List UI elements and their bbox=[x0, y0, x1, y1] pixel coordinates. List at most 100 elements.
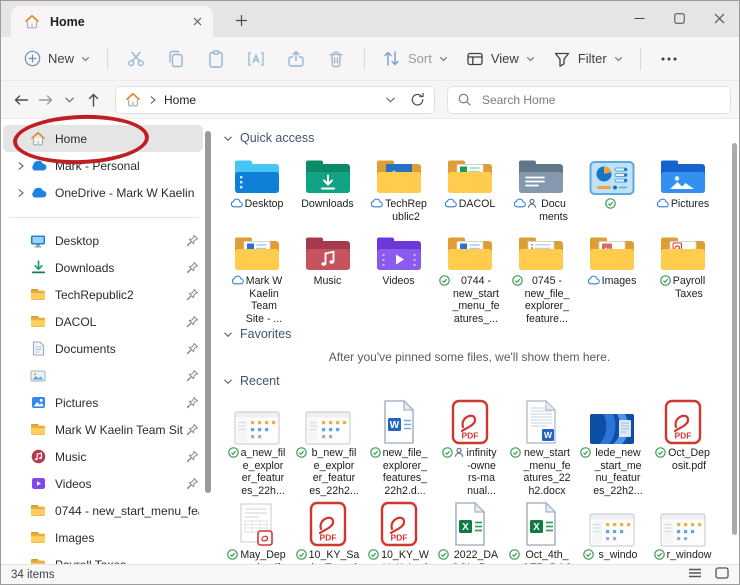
tab-close-icon[interactable] bbox=[190, 14, 205, 29]
file-tile-b-new-fil-e-explor-er-featur-es-22h2[interactable]: b_new_fil e_explor er_featur es_22h2... bbox=[292, 399, 363, 497]
sidebar-item-mark-w-kaelin-team-site-do[interactable]: Mark W Kaelin Team Site - Do bbox=[3, 416, 203, 443]
synced-icon bbox=[583, 549, 594, 564]
sidebar-item-blank[interactable] bbox=[3, 362, 203, 389]
sidebar-scrollbar[interactable] bbox=[205, 131, 211, 493]
maximize-button[interactable] bbox=[659, 1, 699, 35]
cut-button[interactable] bbox=[116, 43, 156, 74]
file-tile-10-ky-sa-lestax-pd[interactable]: PDF10_KY_Sa lesTax.pd bbox=[292, 501, 363, 564]
sidebar-item-videos[interactable]: Videos bbox=[3, 470, 203, 497]
large-icons-view-button[interactable] bbox=[715, 567, 729, 582]
file-tile-lede-new-start-me-nu-featur-es-22h2[interactable]: lede_new _start_me nu_featur es_22h2... bbox=[576, 399, 647, 497]
sidebar-item-music[interactable]: Music bbox=[3, 443, 203, 470]
sidebar-item-dacol[interactable]: DACOL bbox=[3, 308, 203, 335]
synced-icon bbox=[654, 549, 665, 564]
more-button[interactable] bbox=[649, 51, 689, 67]
search-box bbox=[447, 86, 731, 114]
sidebar-item-payroll-taxes[interactable]: Payroll Taxes bbox=[3, 551, 203, 564]
new-tab-button[interactable] bbox=[233, 12, 250, 29]
file-tile-desktop[interactable]: Desktop bbox=[221, 150, 292, 211]
pin-icon[interactable] bbox=[186, 315, 199, 328]
chevron-right-icon[interactable] bbox=[16, 188, 25, 198]
file-tile-blank[interactable] bbox=[576, 150, 647, 209]
file-tile-s-windo-ws-powe[interactable]: s_windo ws_powe bbox=[576, 501, 647, 564]
content-scrollbar[interactable] bbox=[732, 143, 737, 535]
sidebar-item-home[interactable]: Home bbox=[3, 125, 203, 152]
file-tile-music[interactable]: Music bbox=[292, 227, 363, 288]
pin-icon[interactable] bbox=[186, 288, 199, 301]
up-button[interactable] bbox=[81, 87, 105, 113]
file-tile-pictures[interactable]: Pictures bbox=[647, 150, 718, 211]
section-header-recent[interactable]: Recent bbox=[221, 372, 739, 393]
sidebar-item-downloads[interactable]: Downloads bbox=[3, 254, 203, 281]
back-button[interactable] bbox=[9, 87, 33, 113]
thumb-pdf-icon bbox=[237, 501, 277, 549]
pin-icon[interactable] bbox=[186, 450, 199, 463]
copy-button[interactable] bbox=[156, 43, 196, 75]
file-tile-0745-new-file-explorer-feature[interactable]: 0745 - new_file_ explorer_ feature... bbox=[505, 227, 576, 325]
section-header-favorites[interactable]: Favorites bbox=[221, 325, 739, 346]
file-tile-payroll-taxes[interactable]: Payroll Taxes bbox=[647, 227, 718, 300]
dropdown-chevron-icon bbox=[81, 55, 90, 63]
file-tile-videos[interactable]: Videos bbox=[363, 227, 434, 288]
sidebar-item-pictures[interactable]: Pictures bbox=[3, 389, 203, 416]
pdf-file-icon: PDF bbox=[664, 399, 702, 447]
file-tile-downloads[interactable]: Downloads bbox=[292, 150, 363, 211]
download-sm-icon bbox=[31, 260, 46, 275]
section-header-quick-access[interactable]: Quick access bbox=[221, 129, 739, 150]
sidebar-item-label: Mark - Personal bbox=[55, 159, 199, 173]
search-input[interactable] bbox=[480, 92, 721, 108]
chevron-right-icon[interactable] bbox=[16, 161, 25, 171]
file-tile-mark-w-kaelin-team-site[interactable]: Mark W Kaelin Team Site - ... bbox=[221, 227, 292, 325]
recent-locations-button[interactable] bbox=[57, 87, 81, 113]
sidebar-item-mark-personal[interactable]: Mark - Personal bbox=[3, 152, 203, 179]
file-tile-0744-new-start-menu-fe-atures[interactable]: 0744 - new_start _menu_fe atures_... bbox=[434, 227, 505, 325]
address-dropdown-icon[interactable] bbox=[385, 96, 396, 104]
sort-button[interactable]: Sort bbox=[373, 44, 457, 73]
sidebar-item-documents[interactable]: Documents bbox=[3, 335, 203, 362]
pin-icon[interactable] bbox=[186, 477, 199, 490]
pin-icon[interactable] bbox=[186, 423, 199, 436]
file-tile-r-window-s-powert[interactable]: r_window s_powert bbox=[647, 501, 718, 564]
file-tile-infinity-owne-rs-ma-nual[interactable]: PDFinfinity -owne rs-ma nual... bbox=[434, 399, 505, 497]
pin-icon[interactable] bbox=[186, 342, 199, 355]
sidebar-item-techrepublic2[interactable]: TechRepublic2 bbox=[3, 281, 203, 308]
file-tile-oct-4th-qtr-dac[interactable]: XOct_4th_ QTR_DAC bbox=[505, 501, 576, 564]
paste-button[interactable] bbox=[196, 43, 236, 75]
folder-photo-icon bbox=[376, 150, 422, 198]
forward-button[interactable] bbox=[33, 87, 57, 113]
share-button[interactable] bbox=[276, 43, 316, 75]
filter-button[interactable]: Filter bbox=[544, 45, 632, 73]
details-view-button[interactable] bbox=[688, 567, 702, 582]
delete-button[interactable] bbox=[316, 43, 356, 75]
sidebar-item-desktop[interactable]: Desktop bbox=[3, 227, 203, 254]
tab-home[interactable]: Home bbox=[11, 6, 213, 37]
pin-icon[interactable] bbox=[186, 234, 199, 247]
pin-icon[interactable] bbox=[186, 369, 199, 382]
rename-icon bbox=[246, 49, 266, 69]
pin-icon[interactable] bbox=[186, 261, 199, 274]
address-bar[interactable]: Home bbox=[115, 86, 435, 114]
file-tile-10-ky-w-h-k-1-pd[interactable]: PDF10_KY_W H_K-1.pd bbox=[363, 501, 434, 564]
sidebar-item-0744-new-start-menu-features-2[interactable]: 0744 - new_start_menu_features_2 bbox=[3, 497, 203, 524]
file-tile-techrep-ublic2[interactable]: TechRep ublic2 bbox=[363, 150, 434, 223]
new-button[interactable]: New bbox=[15, 44, 99, 73]
file-tile-oct-dep-osit-pdf[interactable]: PDFOct_Dep osit.pdf bbox=[647, 399, 718, 472]
file-tile-a-new-fil-e-explor-er-featur-es-22h[interactable]: a_new_fil e_explor er_featur es_22h... bbox=[221, 399, 292, 497]
file-tile-images[interactable]: Images bbox=[576, 227, 647, 288]
rename-button[interactable] bbox=[236, 43, 276, 75]
close-button[interactable] bbox=[699, 1, 739, 35]
file-tile-new-file-explorer-features-22h2-d[interactable]: Wnew_file_ explorer_ features_ 22h2.d... bbox=[363, 399, 434, 497]
file-tile-2022-da-col-payr[interactable]: X2022_DA COL_Payr bbox=[434, 501, 505, 564]
minimize-button[interactable] bbox=[619, 1, 659, 35]
pin-icon[interactable] bbox=[186, 396, 199, 409]
sidebar-item-images[interactable]: Images bbox=[3, 524, 203, 551]
folder-sm-icon bbox=[30, 423, 46, 436]
file-tile-new-start-menu-fe-atures-22-h2-docx[interactable]: Wnew_start _menu_fe atures_22 h2.docx bbox=[505, 399, 576, 497]
file-tile-dacol[interactable]: DACOL bbox=[434, 150, 505, 211]
refresh-icon[interactable] bbox=[410, 92, 425, 107]
file-name: s_windo ws_powe bbox=[596, 549, 640, 564]
view-button[interactable]: View bbox=[457, 45, 544, 73]
sidebar-item-onedrive-mark-w-kaelin[interactable]: OneDrive - Mark W Kaelin bbox=[3, 179, 203, 206]
file-tile-docu-ments[interactable]: Docu ments bbox=[505, 150, 576, 223]
file-tile-may-dep-osit-pdf[interactable]: May_Dep osit.pdf bbox=[221, 501, 292, 564]
